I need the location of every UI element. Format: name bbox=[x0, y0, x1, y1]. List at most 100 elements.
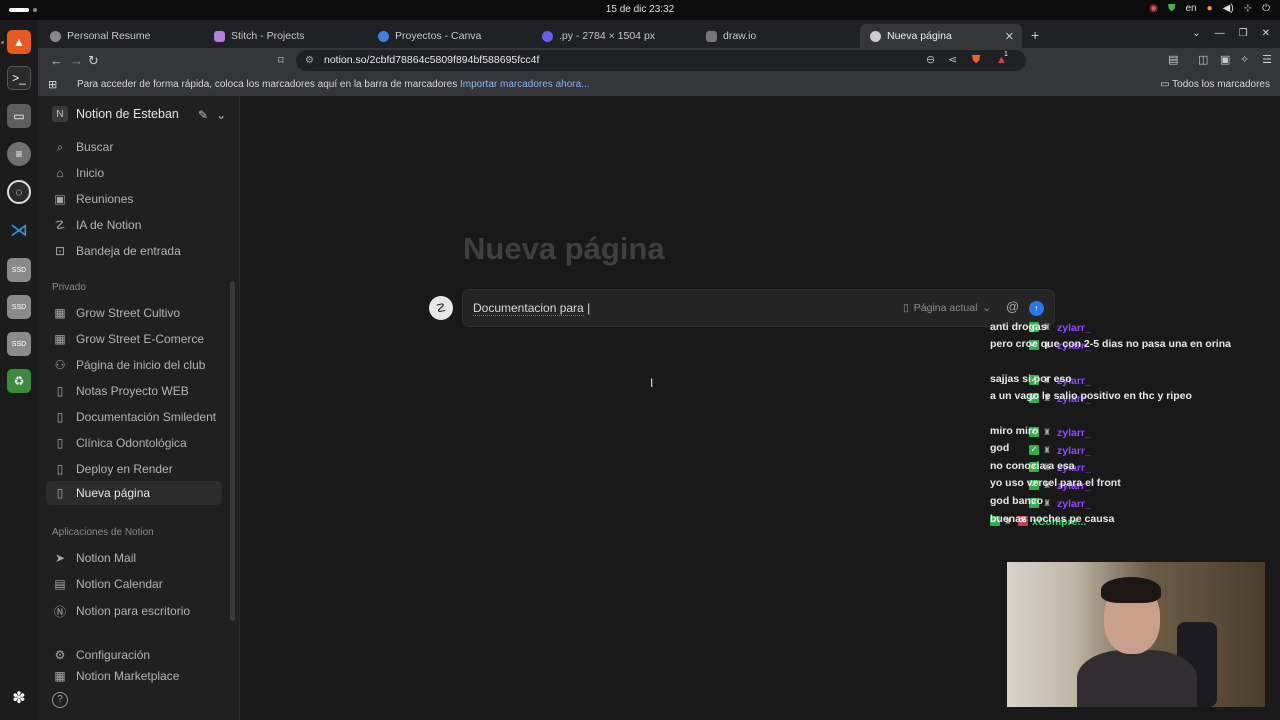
sidebar-item-grow-cultivo[interactable]: ▦ Grow Street Cultivo bbox=[46, 301, 222, 325]
chevron-down-icon[interactable]: ⌄ bbox=[216, 108, 226, 122]
tab-nueva-pagina[interactable]: Nueva página ✕ bbox=[860, 24, 1022, 48]
brave-shields-icon[interactable]: ⛊ bbox=[972, 50, 980, 71]
trash-icon[interactable]: ♻ bbox=[7, 369, 31, 393]
ssd-drive-icon[interactable]: SSD bbox=[7, 295, 31, 319]
reader-mode-icon[interactable]: ▤ bbox=[1168, 53, 1178, 66]
url-text[interactable]: notion.so/2cbfd78864c5809f894bf588695fcc… bbox=[324, 54, 539, 66]
gear-icon: ⚙ bbox=[54, 648, 66, 662]
brave-tray-icon[interactable]: ◉ bbox=[1149, 3, 1158, 14]
sidebar-item-label: Documentación Smiledent bbox=[76, 410, 217, 424]
leo-ai-icon[interactable]: ✧ bbox=[1240, 53, 1249, 66]
minimize-icon[interactable]: — bbox=[1215, 28, 1225, 39]
site-info-icon[interactable]: ⚙ bbox=[305, 50, 314, 71]
network-icon[interactable]: ⊹ bbox=[1244, 3, 1252, 14]
bookmark-icon[interactable]: ⌑ bbox=[278, 54, 284, 67]
sidebar-item-deploy[interactable]: ▯ Deploy en Render bbox=[46, 457, 222, 481]
share-icon[interactable]: ⋖ bbox=[948, 50, 957, 71]
sidebar-item-smiledent[interactable]: ▯ Documentación Smiledent bbox=[46, 405, 222, 429]
sidebar-item-ia[interactable]: ☡ IA de Notion bbox=[46, 213, 222, 237]
sidebar-item-label: Reuniones bbox=[76, 192, 134, 206]
tab-canva[interactable]: Proyectos - Canva bbox=[368, 24, 532, 48]
context-selector[interactable]: ▯ Página actual ⌄ bbox=[903, 302, 991, 314]
sidebar-item-marketplace[interactable]: ▦ Notion Marketplace bbox=[46, 669, 222, 683]
database-icon[interactable]: ≡ bbox=[7, 142, 31, 166]
chat-text: sajjas si por eso bbox=[990, 373, 1072, 385]
page-title[interactable]: Nueva página bbox=[463, 231, 665, 267]
forward-icon[interactable]: → bbox=[70, 53, 83, 68]
url-bar[interactable]: ⚙ notion.so/2cbfd78864c5809f894bf588695f… bbox=[296, 50, 1026, 71]
all-bookmarks-label: Todos los marcadores bbox=[1172, 79, 1270, 90]
calendar-icon: ▤ bbox=[54, 577, 66, 591]
workspace-name: Notion de Esteban bbox=[76, 107, 179, 121]
sidebar-item-bandeja[interactable]: ⊡ Bandeja de entrada bbox=[46, 239, 222, 263]
sidebar-item-mail[interactable]: ➤ Notion Mail bbox=[46, 546, 222, 570]
sidebar-item-label: Notion Marketplace bbox=[76, 669, 180, 683]
power-icon[interactable]: ⏻ bbox=[1262, 3, 1270, 14]
terminal-icon[interactable]: >_ bbox=[7, 66, 31, 90]
sidebar-item-configuracion[interactable]: ⚙ Configuración bbox=[46, 643, 222, 667]
new-tab-button[interactable]: + bbox=[1031, 27, 1039, 43]
mention-icon[interactable]: @ bbox=[1006, 299, 1019, 314]
close-window-icon[interactable]: ✕ bbox=[1262, 28, 1270, 39]
help-icon[interactable]: ? bbox=[52, 692, 68, 708]
wallet-icon[interactable]: ▣ bbox=[1220, 53, 1230, 66]
files-icon[interactable]: ▭ bbox=[7, 104, 31, 128]
sidebar-item-reuniones[interactable]: ▣ Reuniones bbox=[46, 187, 222, 211]
sidebar-item-label: Configuración bbox=[76, 648, 151, 662]
sidebar-scrollbar[interactable] bbox=[230, 281, 235, 621]
workspace-switcher[interactable]: N Notion de Esteban bbox=[52, 106, 179, 122]
menu-icon[interactable]: ☰ bbox=[1262, 53, 1272, 66]
streamer-body bbox=[1077, 650, 1197, 707]
tab-search-icon[interactable]: ⌄ bbox=[1192, 28, 1200, 39]
tab-label: Personal Resume bbox=[67, 30, 151, 42]
sidebar-item-buscar[interactable]: ⌕ Buscar bbox=[46, 135, 222, 159]
ssd-drive-icon[interactable]: SSD bbox=[7, 258, 31, 282]
apps-grid-icon[interactable]: ⊞ bbox=[48, 78, 57, 91]
restore-icon[interactable]: ❐ bbox=[1239, 28, 1248, 39]
obs-icon[interactable]: ◌ bbox=[7, 180, 31, 204]
vscode-icon[interactable]: ⋊ bbox=[7, 218, 31, 242]
chat-username: zylarr_ bbox=[1057, 322, 1091, 334]
sidebar-toggle-icon[interactable]: ◫ bbox=[1198, 53, 1208, 66]
tab-drawio[interactable]: draw.io bbox=[696, 24, 860, 48]
tab-personal-resume[interactable]: Personal Resume bbox=[40, 24, 204, 48]
sidebar-item-desktop[interactable]: Ⓝ Notion para escritorio bbox=[46, 599, 222, 623]
zoom-icon[interactable]: ⊖ bbox=[926, 50, 935, 71]
sidebar-item-clinica[interactable]: ▯ Clínica Odontológica bbox=[46, 431, 222, 455]
sidebar-item-label: Grow Street E-Comerce bbox=[76, 332, 205, 346]
sidebar-item-grow-ecomerce[interactable]: ▦ Grow Street E-Comerce bbox=[46, 327, 222, 351]
sidebar-item-club[interactable]: ⚇ Página de inicio del club bbox=[46, 353, 222, 377]
notion-sidebar: N Notion de Esteban ✎ ⌄ ⌕ Buscar ⌂ Inici… bbox=[38, 96, 240, 720]
sidebar-item-inicio[interactable]: ⌂ Inicio bbox=[46, 161, 222, 185]
ssd-drive-icon[interactable]: SSD bbox=[7, 332, 31, 356]
brave-browser-icon[interactable]: ▲ bbox=[7, 30, 31, 54]
page-icon: ▯ bbox=[56, 486, 64, 500]
back-icon[interactable]: ← bbox=[50, 53, 63, 68]
ai-prompt-text[interactable]: Documentacion para | bbox=[473, 301, 590, 316]
system-clock[interactable]: 15 de dic 23:32 bbox=[0, 4, 1280, 15]
microphone-icon[interactable]: ● bbox=[1207, 3, 1213, 14]
show-apps-icon[interactable]: ✽ bbox=[7, 686, 31, 710]
sidebar-item-calendar[interactable]: ▤ Notion Calendar bbox=[46, 572, 222, 596]
notion-ai-icon: ☡ bbox=[429, 296, 453, 320]
workspace-avatar: N bbox=[52, 106, 68, 122]
keyboard-layout[interactable]: en bbox=[1185, 3, 1196, 14]
search-icon: ⌕ bbox=[56, 139, 64, 154]
new-page-icon[interactable]: ✎ bbox=[198, 108, 208, 122]
tab-stitch[interactable]: Stitch - Projects bbox=[204, 24, 368, 48]
volume-icon[interactable]: ◀) bbox=[1223, 3, 1234, 14]
all-bookmarks-button[interactable]: ▭ Todos los marcadores bbox=[1160, 79, 1270, 90]
webcam-overlay bbox=[1007, 562, 1265, 707]
sidebar-item-notas-web[interactable]: ▯ Notas Proyecto WEB bbox=[46, 379, 222, 403]
ai-prompt-input[interactable]: Documentacion para | ▯ Página actual ⌄ @… bbox=[462, 289, 1055, 327]
send-arrow-icon[interactable]: ↑ bbox=[1029, 301, 1044, 316]
reload-icon[interactable]: ↻ bbox=[88, 53, 99, 69]
streamer-hair bbox=[1101, 577, 1161, 603]
tab-image[interactable]: .py - 2784 × 1504 px bbox=[532, 24, 696, 48]
close-tab-icon[interactable]: ✕ bbox=[1005, 30, 1014, 43]
sidebar-item-nueva-pagina[interactable]: ▯ Nueva página bbox=[46, 481, 222, 505]
subscriber-badge-icon: ♜ bbox=[1043, 427, 1052, 437]
import-bookmarks-link[interactable]: Importar marcadores ahora... bbox=[460, 79, 590, 90]
shield-tray-icon[interactable]: ⛊ bbox=[1168, 3, 1176, 14]
page-icon: ▯ bbox=[56, 384, 64, 398]
